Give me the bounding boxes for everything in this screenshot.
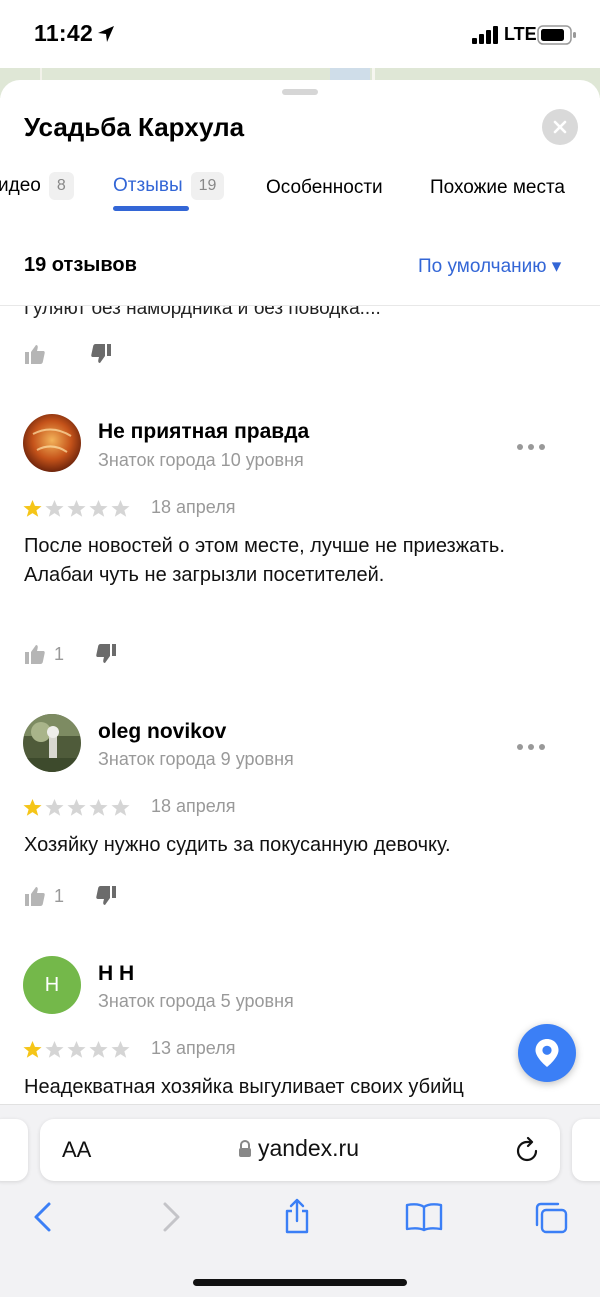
reviewer-name[interactable]: oleg novikov xyxy=(98,720,226,744)
review-date: 18 апреля xyxy=(151,796,236,816)
sheet-grabber[interactable] xyxy=(282,89,318,95)
thumbs-up-icon xyxy=(25,645,45,664)
star-icon-empty xyxy=(45,1040,64,1058)
tab-count-badge: 8 xyxy=(48,172,74,200)
review-date: 18 апреля xyxy=(151,497,236,517)
map-pin-button[interactable] xyxy=(518,1024,576,1082)
reviews-count: 19 отзывов xyxy=(24,254,137,276)
place-title: Усадьба Кархула xyxy=(24,112,245,142)
star-icon-empty xyxy=(45,499,64,517)
tab-count-badge: 19 xyxy=(190,172,225,200)
reviewer-level: Знаток города 5 уровня xyxy=(98,991,294,1011)
reviewer-level: Знаток города 10 уровня xyxy=(98,450,304,470)
like-count: 1 xyxy=(54,885,65,906)
battery-icon xyxy=(537,25,577,50)
cellular-signal-icon xyxy=(472,26,500,49)
dislike-button[interactable] xyxy=(95,643,117,665)
star-icon-empty xyxy=(89,798,108,816)
avatar[interactable]: Н xyxy=(23,956,81,1014)
text-size-button[interactable]: AA xyxy=(62,1137,91,1163)
status-time: 11:42 xyxy=(34,20,94,46)
thumbs-down-icon xyxy=(96,886,116,905)
tabs-icon xyxy=(535,1202,568,1234)
map-pin-icon xyxy=(535,1039,559,1067)
sort-dropdown[interactable]: По умолчанию ▾ xyxy=(418,255,561,278)
star-icon-filled xyxy=(23,798,42,816)
divider xyxy=(0,305,600,306)
close-button[interactable] xyxy=(542,109,578,145)
star-rating xyxy=(23,499,130,518)
review-text: Неадекватная хозяйка выгуливает своих уб… xyxy=(24,1076,464,1098)
like-button[interactable]: 1 xyxy=(24,885,64,907)
avatar[interactable] xyxy=(23,714,81,772)
network-type: LTE xyxy=(504,24,537,44)
book-icon xyxy=(405,1203,443,1232)
share-button[interactable] xyxy=(282,1197,312,1240)
reviewer-name[interactable]: Не приятная правда xyxy=(98,420,309,444)
chevron-right-icon xyxy=(163,1202,180,1232)
thumbs-down-icon xyxy=(96,644,116,663)
star-icon-empty xyxy=(67,798,86,816)
chevron-left-icon xyxy=(34,1202,51,1232)
star-icon-empty xyxy=(89,499,108,517)
share-icon xyxy=(285,1198,309,1234)
review-text: Хозяйку нужно судить за покусанную девоч… xyxy=(24,834,451,856)
like-button[interactable]: 1 xyxy=(24,643,64,665)
address-bar[interactable]: AA yandex.ru xyxy=(40,1119,560,1181)
like-count: 1 xyxy=(54,643,65,664)
thumbs-up-icon xyxy=(25,345,45,364)
tab-similar-places[interactable]: Похожие места xyxy=(430,177,565,199)
reviewer-level: Знаток города 9 уровня xyxy=(98,749,294,769)
star-icon-filled xyxy=(23,1040,42,1058)
forward-button[interactable] xyxy=(162,1201,182,1238)
tab-bar: идео 8 Отзывы 19 Особенности Похожие мес… xyxy=(0,168,600,218)
home-indicator xyxy=(193,1279,407,1286)
previous-tab-preview[interactable] xyxy=(0,1119,28,1181)
review-text-partial: Гуляют без намордника и без поводка.... xyxy=(24,306,381,319)
star-rating xyxy=(23,798,130,817)
bookmarks-button[interactable] xyxy=(405,1202,443,1237)
thumbs-down-icon xyxy=(91,344,111,363)
status-bar: 11:42 LTE xyxy=(0,0,600,68)
star-icon-filled xyxy=(23,499,42,517)
tab-features[interactable]: Особенности xyxy=(266,177,383,199)
more-options-icon[interactable] xyxy=(516,738,546,750)
tab-video[interactable]: идео 8 xyxy=(0,172,74,200)
close-icon xyxy=(553,120,567,134)
star-icon-empty xyxy=(111,1040,130,1058)
place-card-sheet: Усадьба Кархула идео 8 Отзывы 19 Особенн… xyxy=(0,80,600,1110)
star-rating xyxy=(23,1040,130,1059)
star-icon-empty xyxy=(111,499,130,517)
like-button[interactable] xyxy=(24,343,46,365)
avatar-letter: Н xyxy=(44,973,60,996)
review-text: После новостей о этом месте, лучше не пр… xyxy=(24,535,505,586)
star-icon-empty xyxy=(67,499,86,517)
tabs-button[interactable] xyxy=(533,1201,569,1240)
tab-reviews[interactable]: Отзывы 19 xyxy=(113,172,225,200)
more-options-icon[interactable] xyxy=(516,438,546,450)
dislike-button[interactable] xyxy=(90,343,112,365)
star-icon-empty xyxy=(45,798,64,816)
star-icon-empty xyxy=(111,798,130,816)
review-date: 13 апреля xyxy=(151,1038,236,1058)
thumbs-up-icon xyxy=(25,887,45,906)
active-tab-indicator xyxy=(113,206,189,211)
url-text[interactable]: yandex.ru xyxy=(258,1135,359,1162)
avatar[interactable] xyxy=(23,414,81,472)
reload-icon[interactable] xyxy=(514,1136,540,1169)
star-icon-empty xyxy=(89,1040,108,1058)
star-icon-empty xyxy=(67,1040,86,1058)
next-tab-preview[interactable] xyxy=(572,1119,600,1181)
lock-icon xyxy=(238,1139,252,1163)
browser-toolbar: AA yandex.ru xyxy=(0,1104,600,1297)
reviewer-name[interactable]: Н Н xyxy=(98,962,134,986)
location-arrow-icon xyxy=(96,24,116,49)
dislike-button[interactable] xyxy=(95,885,117,907)
back-button[interactable] xyxy=(32,1201,52,1238)
